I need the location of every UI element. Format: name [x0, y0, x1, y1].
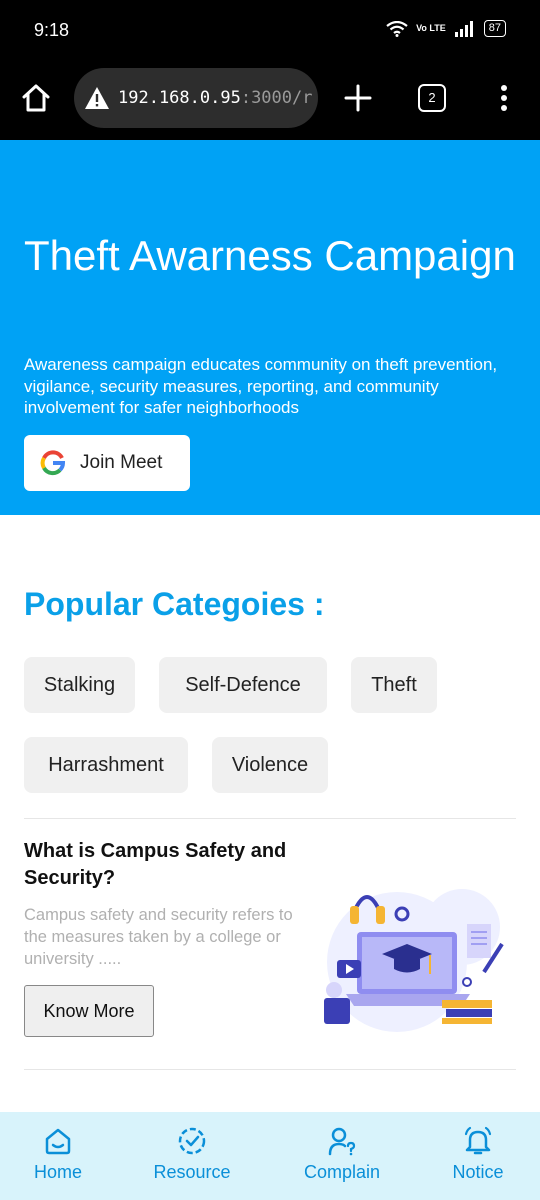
nav-item-resource[interactable]: Resource — [142, 1112, 242, 1200]
know-more-button[interactable]: Know More — [24, 985, 154, 1037]
hero-title: Theft Awarness Campaign — [24, 232, 516, 279]
category-chip-stalking[interactable]: Stalking — [24, 657, 135, 713]
category-chip-theft[interactable]: Theft — [351, 657, 437, 713]
categories-title: Popular Categoies : — [24, 586, 325, 622]
category-chip-self-defence[interactable]: Self-Defence — [159, 657, 327, 713]
google-icon — [40, 450, 66, 476]
user-question-icon — [328, 1127, 356, 1156]
nav-label-home: Home — [33, 1162, 82, 1182]
warning-icon — [85, 87, 109, 109]
hero-banner: Theft Awarness Campaign Awareness campai… — [0, 140, 540, 515]
more-menu-icon[interactable] — [492, 82, 516, 114]
divider — [24, 1069, 516, 1070]
status-bar: 9:18 Vo LTE 87 — [0, 0, 540, 62]
bell-icon — [464, 1126, 492, 1155]
status-time: 9:18 — [34, 20, 70, 40]
category-chip-violence[interactable]: Violence — [212, 737, 328, 793]
info-card-description: Campus safety and security refers to the… — [24, 906, 293, 968]
new-tab-icon[interactable] — [340, 80, 376, 116]
url-path: :3000/r — [240, 88, 313, 108]
volte-indicator: Vo LTE — [416, 23, 446, 33]
divider — [24, 818, 516, 819]
join-meet-button[interactable]: Join Meet — [24, 435, 190, 491]
category-chip-harrashment[interactable]: Harrashment — [24, 737, 188, 793]
bottom-navigation: Home Resource Complain Notice — [0, 1112, 540, 1200]
nav-label-notice: Notice — [452, 1162, 504, 1182]
nav-item-notice[interactable]: Notice — [438, 1112, 518, 1200]
home-icon — [45, 1128, 71, 1155]
battery-indicator: 87 — [483, 20, 506, 37]
nav-item-complain[interactable]: Complain — [292, 1112, 392, 1200]
info-card-title: What is Campus Safety and Security? — [24, 840, 287, 889]
browser-toolbar: 192.168.0.95:3000/r 2 — [0, 62, 540, 140]
wifi-icon — [386, 20, 408, 37]
url-host: 192.168.0.95 — [118, 88, 241, 108]
check-circle-icon — [178, 1127, 206, 1155]
online-learning-illustration — [324, 889, 504, 1032]
tab-switcher-button[interactable]: 2 — [418, 84, 446, 112]
join-meet-label: Join Meet — [80, 452, 163, 473]
hero-description: Awareness campaign educates community on… — [24, 355, 498, 417]
signal-icon — [454, 20, 473, 37]
status-icons: Vo LTE 87 — [386, 20, 506, 37]
nav-item-home[interactable]: Home — [18, 1112, 98, 1200]
nav-label-complain: Complain — [303, 1162, 381, 1182]
address-bar[interactable]: 192.168.0.95:3000/r — [74, 68, 318, 128]
nav-label-resource: Resource — [153, 1162, 231, 1182]
home-icon[interactable] — [18, 80, 54, 116]
